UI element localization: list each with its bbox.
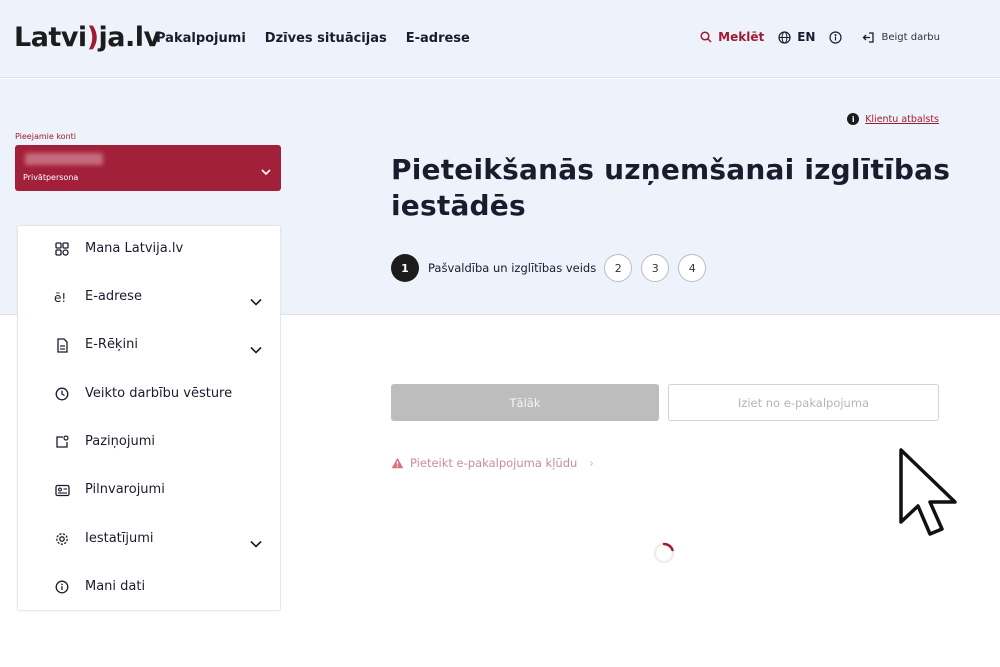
customer-support-link[interactable]: i Klientu atbalsts xyxy=(847,113,939,125)
sidebar-item-e-rekini[interactable]: E-Rēķini xyxy=(18,330,280,360)
sidebar-item-e-adrese[interactable]: ē! E-adrese xyxy=(18,282,280,312)
logout-label: Beigt darbu xyxy=(881,31,940,43)
warning-icon xyxy=(391,457,404,469)
gear-icon xyxy=(54,531,70,547)
logout-icon xyxy=(862,31,875,44)
search-icon xyxy=(700,31,712,43)
nav-item-e-address[interactable]: E-adrese xyxy=(406,31,470,46)
info-icon: i xyxy=(847,113,860,125)
chevron-down-icon xyxy=(250,339,262,358)
logo-text-end: ja.lv xyxy=(98,22,162,53)
top-header: Latvi)ja.lv Pakalpojumi Dzīves situācija… xyxy=(0,0,1000,78)
mouse-pointer-icon xyxy=(899,448,957,536)
exit-service-button[interactable]: Iziet no e-pakalpojuma xyxy=(668,384,939,421)
sidebar-item-authorizations[interactable]: Pilnvarojumi xyxy=(18,475,280,505)
sidebar-item-label: Pilnvarojumi xyxy=(85,482,165,497)
account-type: Privātpersona xyxy=(23,173,79,182)
accessibility-icon xyxy=(829,30,843,44)
sidebar-item-label: Mana Latvija.lv xyxy=(85,241,184,256)
language-label: EN xyxy=(797,30,816,44)
sidebar-item-label: Iestatījumi xyxy=(85,531,154,546)
account-switcher[interactable]: Privātpersona xyxy=(15,145,281,191)
invoice-document-icon xyxy=(54,337,70,353)
chevron-down-icon xyxy=(250,291,262,310)
sidebar-item-my-data[interactable]: Mani dati xyxy=(18,572,280,602)
header-actions: Meklēt EN Beigt darbu xyxy=(700,30,940,44)
chevron-down-icon xyxy=(261,161,271,180)
id-card-icon xyxy=(54,482,70,498)
sidebar-item-label: E-Rēķini xyxy=(85,337,138,352)
sidebar-item-notifications[interactable]: Paziņojumi xyxy=(18,427,280,457)
logo-arc-icon: ) xyxy=(86,22,99,53)
chevron-right-icon: › xyxy=(589,456,594,470)
sidebar-item-settings[interactable]: Iestatījumi xyxy=(18,524,280,554)
dashboard-grid-icon xyxy=(54,241,70,257)
svg-text:ē!: ē! xyxy=(54,291,66,304)
search-label: Meklēt xyxy=(718,30,765,44)
notification-icon xyxy=(54,434,70,450)
sidebar-item-label: Mani dati xyxy=(85,579,146,594)
sidebar-menu: Mana Latvija.lv ē! E-adrese E-Rēķini Vei… xyxy=(17,225,281,611)
sidebar-item-label: Paziņojumi xyxy=(85,434,155,449)
sidebar-item-label: Veikto darbību vēsture xyxy=(85,386,233,401)
step-3[interactable]: 3 xyxy=(641,254,670,282)
account-name-blurred xyxy=(25,153,103,165)
chevron-down-icon xyxy=(250,533,262,552)
loading-spinner-icon xyxy=(653,542,675,564)
globe-icon xyxy=(778,30,791,44)
nav-item-life-situations[interactable]: Dzīves situācijas xyxy=(265,31,387,46)
progress-stepper: 1 Pašvaldība un izglītības veids 2 3 4 xyxy=(391,254,707,282)
language-switch[interactable]: EN xyxy=(778,30,815,44)
info-circle-icon xyxy=(54,579,70,595)
customer-support-label: Klientu atbalsts xyxy=(865,113,939,125)
nav-item-services[interactable]: Pakalpojumi xyxy=(156,31,246,46)
latvija-logo[interactable]: Latvi)ja.lv xyxy=(14,22,161,53)
step-current-label: Pašvaldība un izglītības veids xyxy=(428,261,597,275)
accessibility-button[interactable] xyxy=(829,30,848,44)
step-4[interactable]: 4 xyxy=(678,254,707,282)
next-button[interactable]: Tālāk xyxy=(391,384,659,421)
sidebar-item-label: E-adrese xyxy=(85,289,142,304)
report-error-link[interactable]: Pieteikt e-pakalpojuma kļūdu › xyxy=(391,456,594,470)
sidebar-item-history[interactable]: Veikto darbību vēsture xyxy=(18,379,280,409)
search-button[interactable]: Meklēt xyxy=(700,30,764,44)
main-nav: Pakalpojumi Dzīves situācijas E-adrese xyxy=(156,31,470,46)
report-error-label: Pieteikt e-pakalpojuma kļūdu xyxy=(410,456,578,470)
clock-history-icon xyxy=(54,386,70,402)
step-2[interactable]: 2 xyxy=(604,254,633,282)
accounts-label: Pieejamie konti xyxy=(15,132,76,141)
step-current[interactable]: 1 xyxy=(391,254,419,282)
e-address-icon: ē! xyxy=(54,289,70,305)
page-title: Pieteikšanās uzņemšanai izglītības iestā… xyxy=(391,153,951,222)
logo-text-start: Latvi xyxy=(14,22,87,53)
logout-button[interactable]: Beigt darbu xyxy=(862,31,940,44)
sidebar-item-mana-latvija[interactable]: Mana Latvija.lv xyxy=(18,234,280,264)
